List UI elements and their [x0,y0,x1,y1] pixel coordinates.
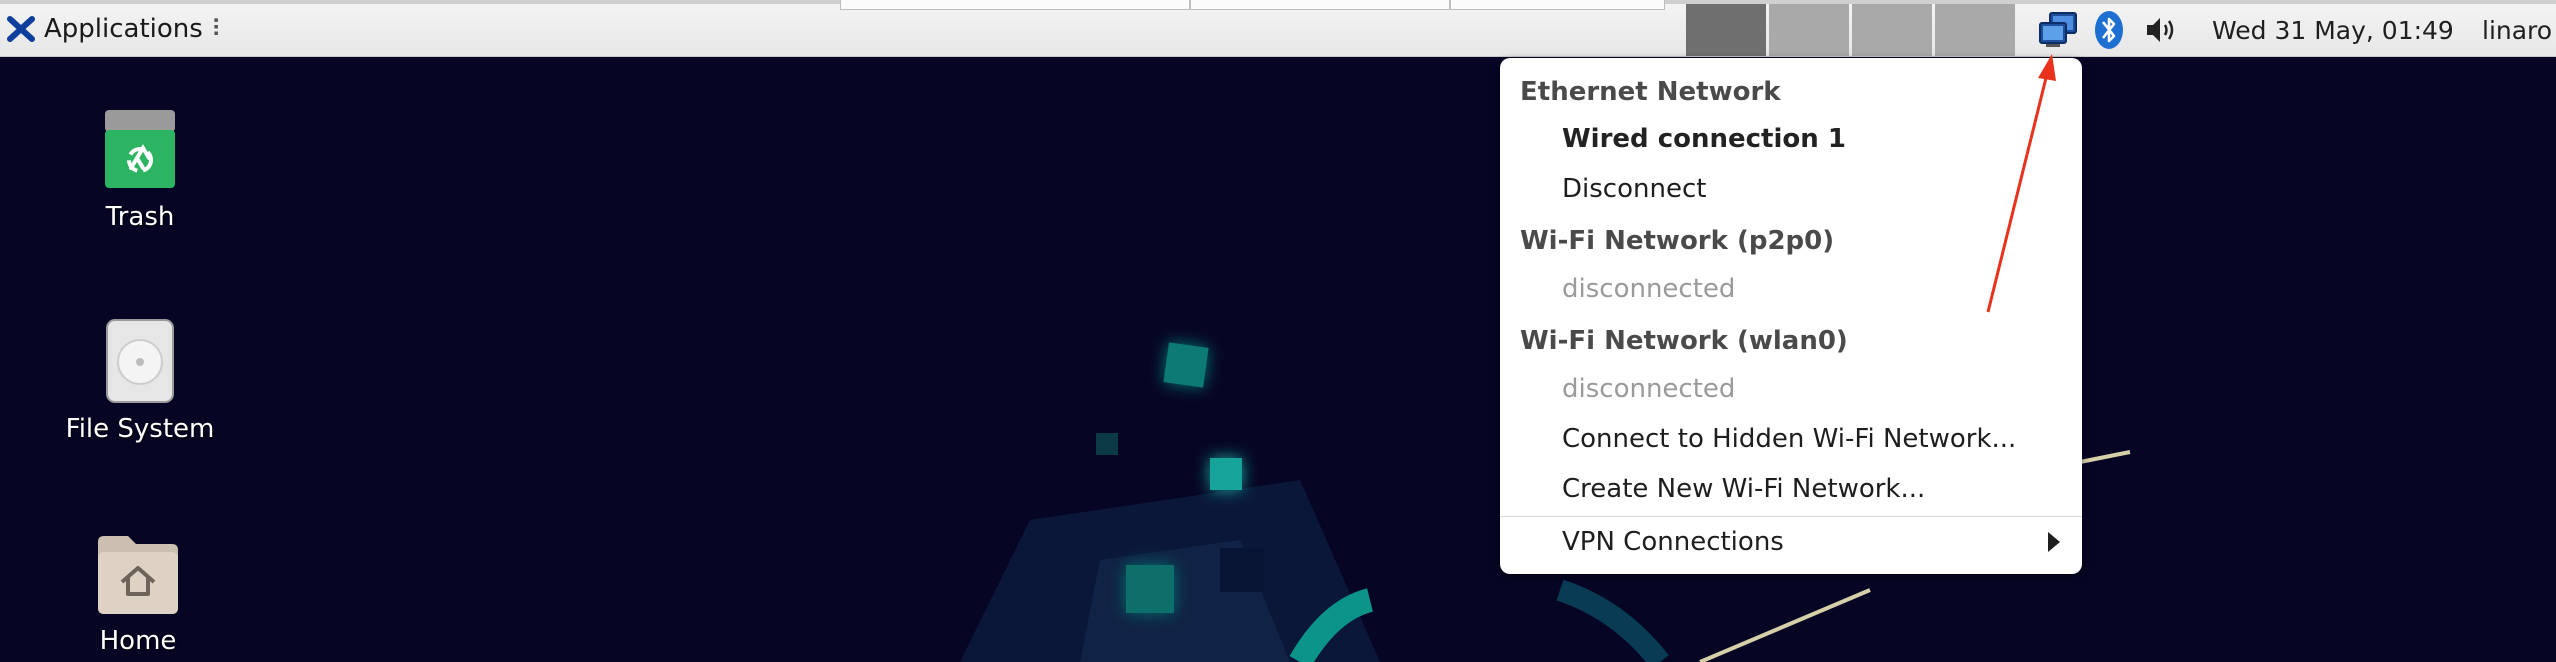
vpn-connections-item[interactable]: VPN Connections [1500,517,2082,567]
workspace-switcher [1686,4,2018,56]
applications-menu-button[interactable]: Applications ⠇ [0,4,234,54]
workspace-1[interactable] [1686,4,1766,56]
applications-label: Applications [44,14,203,44]
home-folder-icon [98,536,178,614]
task-button[interactable] [840,0,1190,10]
tasklist [840,0,1670,12]
desktop-icon-label: Trash [105,202,175,232]
desktop: Applications ⠇ Wed 31 May, 01:49 linaro … [0,0,2556,662]
ethernet-network-header: Ethernet Network [1520,77,1781,107]
desktop-icon-label: Home [99,626,177,656]
task-button[interactable] [1450,0,1665,10]
desktop-icon-file-system[interactable]: File System [40,318,240,444]
system-tray [2034,4,2188,56]
network-icon[interactable] [2034,11,2084,49]
volume-icon[interactable] [2134,15,2188,45]
bluetooth-icon[interactable] [2084,10,2134,50]
trash-icon [105,110,175,188]
panel-separator-handle: ⠇ [210,15,229,43]
wifi-p2p0-status: disconnected [1562,274,1736,304]
create-new-wifi-item[interactable]: Create New Wi-Fi Network... [1500,464,2082,514]
network-menu: Ethernet Network Wired connection 1 Disc… [1500,58,2082,574]
wifi-wlan0-status: disconnected [1562,374,1736,404]
task-button[interactable] [1190,0,1450,10]
wifi-wlan0-header: Wi-Fi Network (wlan0) [1520,326,1848,356]
vpn-connections-label: VPN Connections [1562,527,1784,557]
wallpaper [960,342,2131,662]
top-panel: Applications ⠇ Wed 31 May, 01:49 linaro [0,0,2556,57]
wired-connection-item[interactable]: Wired connection 1 [1500,114,2082,164]
disconnect-item[interactable]: Disconnect [1500,164,2082,214]
desktop-icon-home[interactable]: Home [38,528,238,656]
desktop-icon-label: File System [65,414,215,444]
desktop-icon-trash[interactable]: Trash [40,106,240,232]
user-menu[interactable]: linaro [2482,4,2552,56]
connect-hidden-wifi-item[interactable]: Connect to Hidden Wi-Fi Network... [1500,414,2082,464]
workspace-4[interactable] [1935,4,2015,56]
submenu-arrow-icon [2048,532,2060,552]
clock[interactable]: Wed 31 May, 01:49 [2212,4,2454,56]
workspace-2[interactable] [1769,4,1849,56]
drive-icon [106,319,174,403]
workspace-3[interactable] [1852,4,1932,56]
wifi-p2p0-header: Wi-Fi Network (p2p0) [1520,226,1835,256]
xfce-logo-icon [7,16,35,42]
